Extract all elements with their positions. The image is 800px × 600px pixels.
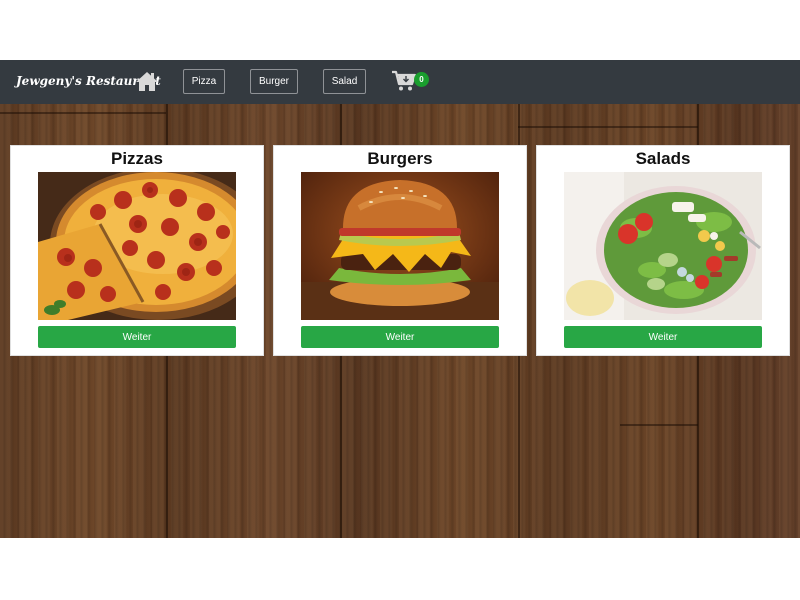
pizza-photo	[38, 172, 236, 320]
wood-plank-joint	[518, 126, 698, 128]
salad-photo	[564, 172, 762, 320]
cart-count-badge: 0	[414, 72, 429, 87]
wood-plank-joint	[620, 424, 698, 426]
pizza-card: Pizzas Weiter	[10, 145, 264, 356]
card-title: Pizzas	[111, 149, 163, 168]
card-title: Salads	[635, 149, 691, 168]
cart-icon[interactable]	[391, 70, 417, 92]
nav-burger-button[interactable]: Burger	[250, 69, 298, 94]
salad-weiter-button[interactable]: Weiter	[564, 326, 762, 348]
burger-photo	[301, 172, 499, 320]
wood-plank-joint	[0, 112, 166, 114]
pizza-weiter-button[interactable]: Weiter	[38, 326, 236, 348]
burger-card: Burgers Weiter	[273, 145, 527, 356]
home-icon[interactable]	[135, 70, 159, 92]
navbar: Jewgeny's Restaurant Pizza Burger Salad	[0, 60, 800, 104]
burger-weiter-button[interactable]: Weiter	[301, 326, 499, 348]
nav-salad-button[interactable]: Salad	[323, 69, 366, 94]
wood-background: Pizzas Weiter Burgers Weiter Salads Weit…	[0, 104, 800, 538]
card-title: Burgers	[367, 149, 433, 168]
salad-card: Salads Weiter	[536, 145, 790, 356]
nav-pizza-button[interactable]: Pizza	[183, 69, 225, 94]
